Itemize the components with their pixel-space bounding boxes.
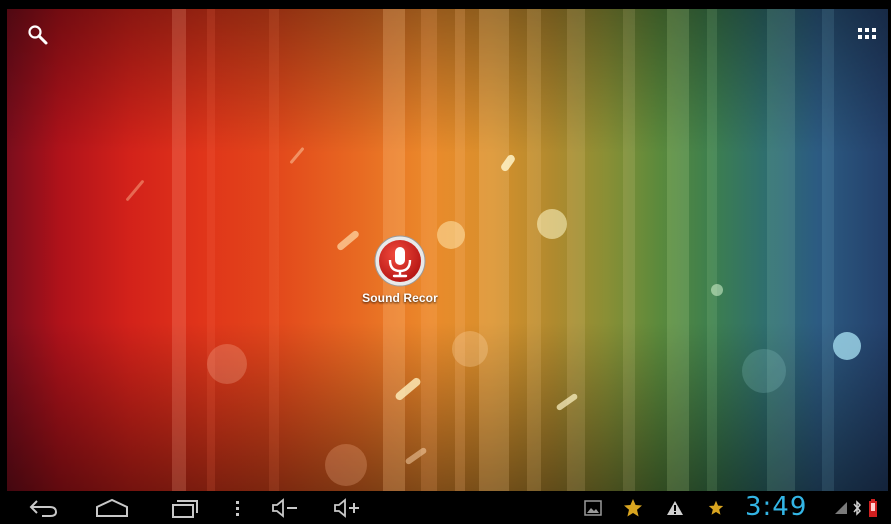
screenshot-notification[interactable] bbox=[583, 491, 603, 524]
signal-indicator bbox=[833, 491, 849, 524]
battery-indicator bbox=[866, 491, 880, 524]
recent-apps-button[interactable] bbox=[164, 491, 204, 524]
wallpaper bbox=[7, 9, 888, 491]
star-icon bbox=[708, 500, 724, 515]
image-icon bbox=[584, 499, 602, 516]
volume-up-icon bbox=[334, 497, 359, 518]
volume-down-button[interactable] bbox=[268, 491, 302, 524]
system-bar: 3:49 bbox=[0, 491, 891, 524]
bluetooth-indicator bbox=[850, 491, 864, 524]
warning-notification[interactable] bbox=[664, 491, 686, 524]
volume-up-button[interactable] bbox=[330, 491, 364, 524]
all-apps-grid-icon bbox=[858, 28, 876, 39]
android-screen: Sound Recor 3:49 bbox=[0, 0, 891, 524]
home-button[interactable] bbox=[92, 491, 132, 524]
bluetooth-icon bbox=[853, 499, 862, 516]
signal-icon bbox=[835, 501, 847, 514]
menu-button[interactable] bbox=[228, 491, 248, 524]
star-notification-small[interactable] bbox=[706, 491, 726, 524]
back-button[interactable] bbox=[24, 491, 64, 524]
search-icon bbox=[28, 25, 48, 45]
home-icon bbox=[96, 498, 128, 517]
sound-recorder-shortcut[interactable]: Sound Recor bbox=[354, 233, 446, 313]
star-icon bbox=[624, 498, 642, 516]
search-button[interactable] bbox=[27, 24, 49, 46]
microphone-icon bbox=[374, 235, 426, 287]
menu-dots-icon bbox=[236, 500, 239, 516]
recent-apps-icon bbox=[172, 499, 198, 518]
star-notification[interactable] bbox=[621, 491, 645, 524]
back-arrow-icon bbox=[29, 499, 58, 517]
warning-icon bbox=[667, 500, 683, 515]
battery-low-icon bbox=[869, 498, 877, 517]
shortcut-label: Sound Recor bbox=[362, 291, 438, 305]
volume-down-icon bbox=[272, 497, 297, 518]
clock[interactable]: 3:49 bbox=[745, 491, 807, 524]
all-apps-button[interactable] bbox=[856, 24, 878, 46]
